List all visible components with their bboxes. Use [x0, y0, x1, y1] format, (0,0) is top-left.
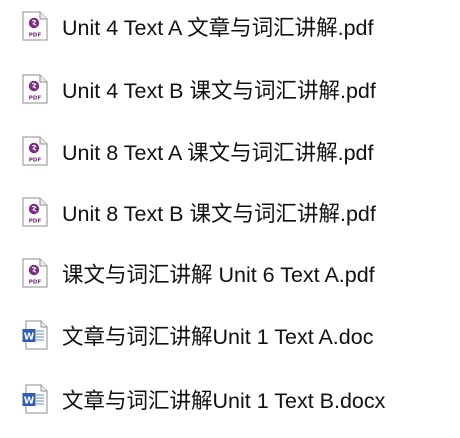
- file-item-pdf[interactable]: PDF Unit 8 Text B 课文与词汇讲解.pdf: [22, 192, 452, 232]
- file-name: 课文与词汇讲解 Unit 6 Text A.pdf: [62, 262, 375, 287]
- pdf-file-icon: PDF: [22, 197, 48, 227]
- file-name: Unit 4 Text A 文章与词汇讲解.pdf: [62, 15, 374, 40]
- svg-text:PDF: PDF: [29, 33, 42, 39]
- file-item-pdf[interactable]: PDF Unit 4 Text B 课文与词汇讲解.pdf: [22, 69, 452, 109]
- file-name: 文章与词汇讲解Unit 1 Text B.docx: [62, 388, 386, 413]
- file-name: Unit 8 Text A 课文与词汇讲解.pdf: [62, 140, 374, 165]
- pdf-file-icon: PDF: [22, 11, 48, 41]
- pdf-file-icon: PDF: [22, 74, 48, 104]
- word-file-icon: W: [22, 384, 48, 414]
- file-name: 文章与词汇讲解Unit 1 Text A.doc: [62, 324, 374, 349]
- file-item-pdf[interactable]: PDF Unit 4 Text A 文章与词汇讲解.pdf: [22, 6, 452, 46]
- svg-text:PDF: PDF: [29, 280, 42, 286]
- word-file-icon: W: [22, 320, 48, 350]
- file-list: PDF Unit 4 Text A 文章与词汇讲解.pdf PDF Unit 4…: [0, 0, 460, 438]
- file-name: Unit 4 Text B 课文与词汇讲解.pdf: [62, 78, 376, 103]
- svg-text:W: W: [24, 396, 35, 407]
- pdf-file-icon: PDF: [22, 258, 48, 288]
- file-name: Unit 8 Text B 课文与词汇讲解.pdf: [62, 201, 376, 226]
- svg-text:PDF: PDF: [29, 158, 42, 164]
- pdf-file-icon: PDF: [22, 136, 48, 166]
- file-item-doc[interactable]: W 文章与词汇讲解Unit 1 Text A.doc: [22, 315, 452, 355]
- svg-text:PDF: PDF: [29, 219, 42, 225]
- svg-text:PDF: PDF: [29, 96, 42, 102]
- file-item-pdf[interactable]: PDF Unit 8 Text A 课文与词汇讲解.pdf: [22, 131, 452, 171]
- file-item-pdf[interactable]: PDF 课文与词汇讲解 Unit 6 Text A.pdf: [22, 253, 452, 293]
- svg-text:W: W: [24, 332, 35, 343]
- file-item-docx[interactable]: W 文章与词汇讲解Unit 1 Text B.docx: [22, 379, 452, 419]
